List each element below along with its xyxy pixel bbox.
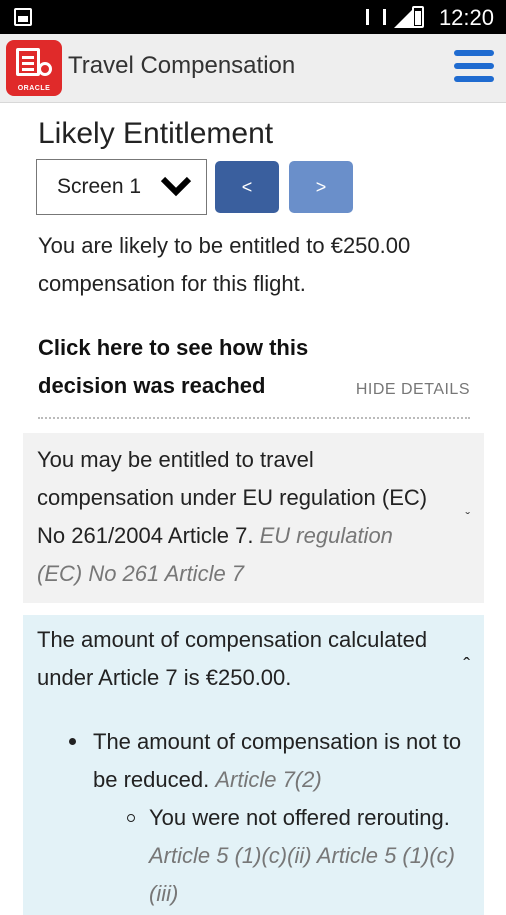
chevron-down-icon <box>160 176 192 197</box>
document-icon <box>16 48 40 76</box>
bullet-circle-icon <box>127 814 135 822</box>
list-item: The amount of compensation is not to be … <box>69 723 473 799</box>
entitlement-summary: You are likely to be entitled to €250.00… <box>38 233 411 296</box>
reason-text: You may be entitled to travel compensati… <box>37 441 437 593</box>
signal-icon <box>394 8 414 28</box>
list-item-citation: Article 7(2) <box>215 767 322 792</box>
page-title: Likely Entitlement <box>38 117 274 150</box>
app-bar: ORACLE Travel Compensation <box>0 34 506 103</box>
vibrate-icon <box>366 9 386 25</box>
main-content: Likely Entitlement Screen 1 < > You are … <box>0 103 506 915</box>
app-logo: ORACLE <box>6 40 62 96</box>
status-time: 12:20 <box>438 5 494 30</box>
chevron-up-icon[interactable]: ˆ <box>463 655 470 678</box>
image-notification-icon <box>14 8 32 26</box>
hamburger-menu-icon[interactable] <box>454 50 494 86</box>
screen-select[interactable]: Screen 1 <box>36 159 207 215</box>
list-item-text: You were not offered rerouting. <box>149 805 450 830</box>
gear-icon <box>38 62 52 76</box>
status-bar: 12:20 <box>0 0 506 34</box>
previous-screen-button[interactable]: < <box>215 161 279 213</box>
battery-icon <box>412 6 424 28</box>
list-item: You were not offered rerouting. Article … <box>127 799 459 913</box>
decision-explanation-link[interactable]: Click here to see how this decision was … <box>38 329 338 405</box>
next-screen-button[interactable]: > <box>289 161 353 213</box>
logo-brand: ORACLE <box>17 85 51 92</box>
bullet-icon <box>69 738 76 745</box>
divider <box>38 417 470 419</box>
app-title: Travel Compensation <box>68 52 296 79</box>
reason-card-expanded[interactable]: The amount of compensation calculated un… <box>23 615 484 915</box>
list-item-citation: Article 5 (1)(c)(ii) Article 5 (1)(c)(ii… <box>149 843 455 906</box>
reason-card[interactable]: You may be entitled to travel compensati… <box>23 433 484 603</box>
hide-details-button[interactable]: HIDE DETAILS <box>356 381 470 399</box>
reason-text: The amount of compensation calculated un… <box>37 627 428 690</box>
chevron-down-icon[interactable]: ˇ <box>465 509 470 525</box>
screen-select-value: Screen 1 <box>57 175 142 198</box>
